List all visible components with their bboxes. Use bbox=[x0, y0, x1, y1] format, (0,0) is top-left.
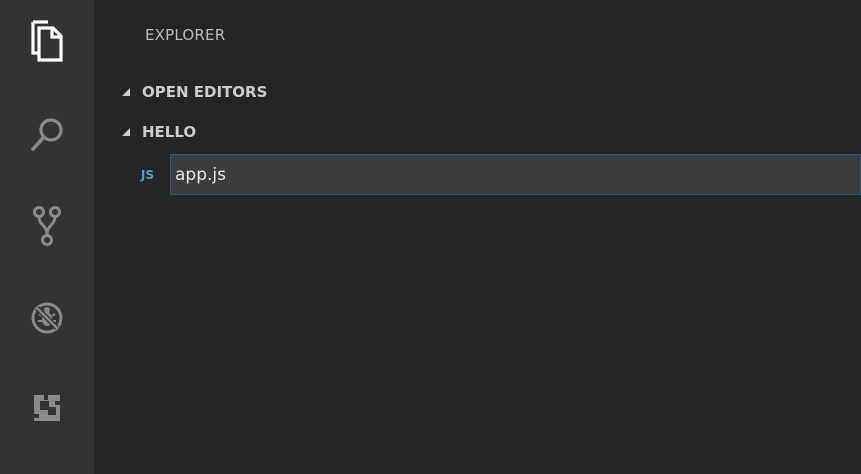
activity-bar bbox=[0, 0, 94, 474]
section-hello[interactable]: HELLO bbox=[94, 112, 861, 152]
sidebar-title: EXPLORER bbox=[145, 26, 226, 44]
activity-item-source-control[interactable] bbox=[0, 204, 94, 248]
files-icon bbox=[31, 20, 63, 62]
section-open-editors-label: OPEN EDITORS bbox=[142, 83, 268, 101]
section-hello-label: HELLO bbox=[142, 123, 197, 141]
chevron-down-icon bbox=[118, 87, 134, 97]
file-row-app-js[interactable]: JS bbox=[94, 154, 861, 195]
source-control-icon bbox=[33, 206, 61, 246]
activity-item-search[interactable] bbox=[0, 114, 94, 154]
extensions-icon bbox=[34, 395, 60, 421]
js-file-icon: JS bbox=[140, 167, 154, 182]
search-icon bbox=[31, 118, 63, 151]
section-open-editors[interactable]: OPEN EDITORS bbox=[94, 72, 861, 112]
activity-item-explorer[interactable] bbox=[0, 20, 94, 64]
debug-icon bbox=[31, 302, 63, 334]
vscode-window: EXPLORER OPEN EDITORS HELLO JS bbox=[0, 0, 861, 474]
rename-input[interactable] bbox=[170, 154, 861, 195]
activity-item-extensions[interactable] bbox=[0, 388, 94, 428]
explorer-sidebar: EXPLORER OPEN EDITORS HELLO JS bbox=[94, 0, 861, 474]
activity-item-debug[interactable] bbox=[0, 298, 94, 338]
chevron-down-icon bbox=[118, 127, 134, 137]
